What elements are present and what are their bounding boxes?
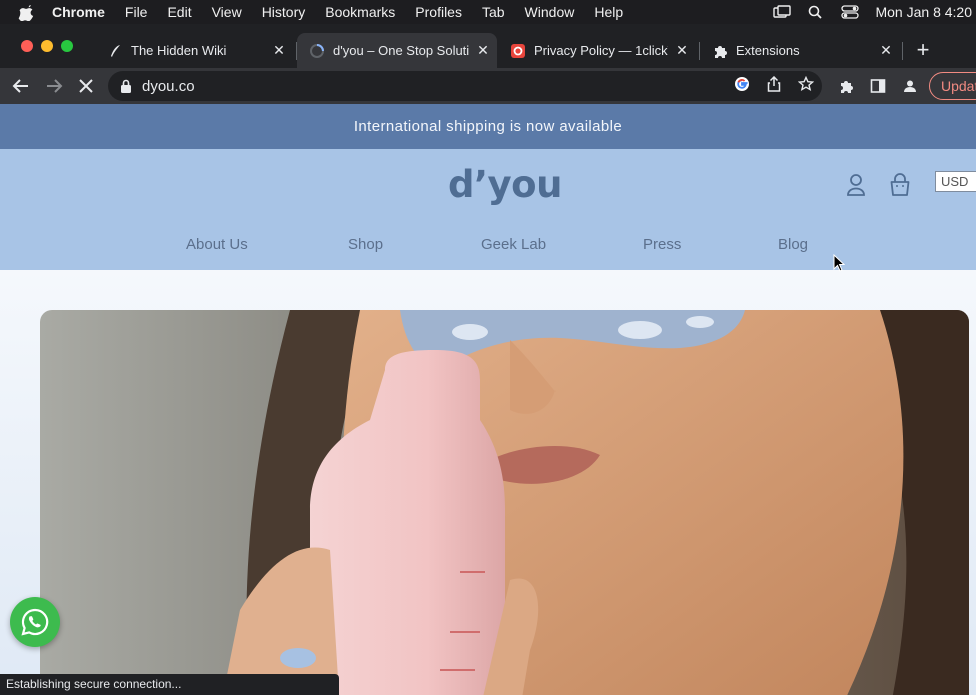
update-chrome-button[interactable]: Update bbox=[929, 72, 976, 100]
forward-arrow-icon bbox=[47, 79, 63, 93]
tab-privacy-policy[interactable]: Privacy Policy — 1clickVPN ✕ bbox=[498, 33, 696, 68]
address-bar[interactable]: dyou.co bbox=[108, 71, 822, 101]
tab-hidden-wiki[interactable]: The Hidden Wiki ✕ bbox=[95, 33, 293, 68]
nav-about-us[interactable]: About Us bbox=[186, 236, 248, 253]
nav-blog[interactable]: Blog bbox=[778, 236, 808, 253]
menu-edit[interactable]: Edit bbox=[167, 4, 191, 20]
tab-title: The Hidden Wiki bbox=[131, 43, 227, 58]
menu-tab[interactable]: Tab bbox=[482, 4, 505, 20]
page-viewport: International shipping is now available … bbox=[0, 104, 976, 695]
share-icon bbox=[767, 76, 781, 92]
close-tab-icon[interactable]: ✕ bbox=[878, 42, 894, 59]
menu-file[interactable]: File bbox=[125, 4, 148, 20]
close-tab-icon[interactable]: ✕ bbox=[271, 42, 287, 59]
hero-image bbox=[40, 310, 969, 695]
tab-title: Extensions bbox=[736, 43, 800, 58]
announcement-bar: International shipping is now available bbox=[0, 104, 976, 149]
star-icon bbox=[798, 76, 814, 92]
cart-bag-icon[interactable] bbox=[889, 173, 911, 197]
url-text[interactable]: dyou.co bbox=[142, 78, 195, 95]
window-zoom-button[interactable] bbox=[61, 40, 73, 52]
spotlight-search-icon[interactable] bbox=[807, 5, 825, 19]
back-button[interactable] bbox=[10, 75, 32, 97]
tab-dyou[interactable]: d'you – One Stop Solution ✕ bbox=[297, 33, 497, 68]
extensions-button[interactable] bbox=[835, 75, 857, 97]
puzzle-icon bbox=[841, 81, 853, 93]
side-panel-icon bbox=[870, 79, 886, 93]
google-g-icon bbox=[735, 77, 749, 91]
announcement-text: International shipping is now available bbox=[353, 118, 623, 135]
bookmark-star-button[interactable] bbox=[797, 75, 815, 93]
profile-avatar-icon bbox=[904, 80, 916, 92]
close-tab-icon[interactable]: ✕ bbox=[475, 42, 491, 59]
tab-title: d'you – One Stop Solution bbox=[333, 43, 469, 58]
whatsapp-chat-button[interactable] bbox=[10, 597, 60, 647]
browser-toolbar: dyou.co Update bbox=[0, 68, 976, 104]
back-arrow-icon bbox=[12, 79, 28, 93]
vpn-logo-icon bbox=[511, 43, 525, 58]
profile-button[interactable] bbox=[899, 75, 921, 97]
quill-icon bbox=[111, 44, 120, 57]
window-minimize-button[interactable] bbox=[41, 40, 53, 52]
tab-title: Privacy Policy — 1clickVPN bbox=[534, 43, 668, 58]
nav-shop[interactable]: Shop bbox=[348, 236, 383, 253]
window-close-button[interactable] bbox=[21, 40, 33, 52]
menubar-clock[interactable]: Mon Jan 8 4:20 bbox=[875, 4, 972, 20]
account-icon[interactable] bbox=[845, 173, 867, 197]
loading-status-bar: Establishing secure connection... bbox=[0, 674, 339, 695]
menu-app-name[interactable]: Chrome bbox=[52, 4, 105, 20]
menu-view[interactable]: View bbox=[212, 4, 242, 20]
menu-help[interactable]: Help bbox=[594, 4, 623, 20]
mouse-cursor-icon bbox=[833, 254, 845, 272]
share-button[interactable] bbox=[765, 75, 783, 93]
google-lens-button[interactable] bbox=[733, 75, 751, 93]
menu-bookmarks[interactable]: Bookmarks bbox=[325, 4, 395, 20]
site-header: d’you USD About Us Shop Geek Lab Press B… bbox=[0, 149, 976, 270]
close-tab-icon[interactable]: ✕ bbox=[674, 42, 690, 59]
tab-extensions[interactable]: Extensions ✕ bbox=[700, 33, 900, 68]
stop-loading-button[interactable] bbox=[75, 75, 97, 97]
side-panel-button[interactable] bbox=[867, 75, 889, 97]
tab-strip: The Hidden Wiki ✕ d'you – One Stop Solut… bbox=[0, 24, 976, 68]
lock-icon[interactable] bbox=[120, 79, 132, 93]
whatsapp-icon bbox=[21, 608, 49, 636]
nav-press[interactable]: Press bbox=[643, 236, 681, 253]
forward-button[interactable] bbox=[43, 75, 65, 97]
menu-window[interactable]: Window bbox=[525, 4, 575, 20]
puzzle-icon bbox=[715, 45, 727, 58]
stop-x-icon bbox=[79, 79, 93, 93]
menu-profiles[interactable]: Profiles bbox=[415, 4, 462, 20]
macos-menubar: Chrome File Edit View History Bookmarks … bbox=[0, 0, 976, 24]
nav-geek-lab[interactable]: Geek Lab bbox=[481, 236, 546, 253]
apple-logo-icon[interactable] bbox=[18, 4, 34, 21]
spinner-icon bbox=[310, 43, 324, 58]
new-tab-button[interactable]: + bbox=[912, 39, 934, 62]
control-center-icon[interactable] bbox=[841, 5, 860, 19]
menu-history[interactable]: History bbox=[262, 4, 306, 20]
currency-selector[interactable]: USD bbox=[935, 171, 976, 192]
site-logo[interactable]: d’you bbox=[448, 163, 562, 206]
screen-mirroring-icon[interactable] bbox=[773, 5, 792, 19]
